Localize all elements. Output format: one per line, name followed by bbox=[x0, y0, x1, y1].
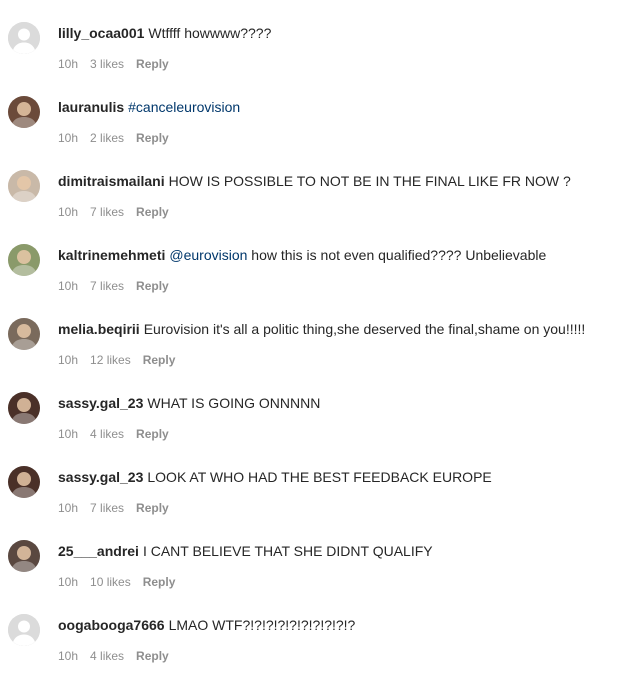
comment-text: Wtffff howwww???? bbox=[148, 25, 272, 41]
comment-meta: 10h 4 likes Reply bbox=[58, 648, 618, 664]
comment-mention[interactable]: #canceleurovision bbox=[128, 99, 240, 115]
comment-text: Eurovision it's all a politic thing,she … bbox=[143, 321, 586, 337]
comment-likes[interactable]: 3 likes bbox=[90, 57, 124, 71]
comment-meta: 10h 7 likes Reply bbox=[58, 204, 618, 220]
comments-list: lilly_ocaa001 Wtffff howwww???? 10h 3 likes… bbox=[0, 0, 628, 666]
comment-item: sassy.gal_23 WHAT IS GOING ONNNNN 10h 4 lik… bbox=[0, 370, 628, 444]
comment-body: melia.beqirii Eurovision it's all a polit… bbox=[58, 320, 618, 368]
comment-username[interactable]: sassy.gal_23 bbox=[58, 469, 143, 485]
comment-mention[interactable]: @eurovision bbox=[169, 247, 247, 263]
reply-button[interactable]: Reply bbox=[136, 131, 169, 145]
comment-body: kaltrinemehmeti @eurovision how this is n… bbox=[58, 246, 618, 294]
comment-time: 10h bbox=[58, 649, 79, 663]
comment-body: lilly_ocaa001 Wtffff howwww???? 10h 3 likes… bbox=[58, 24, 618, 72]
comment-meta: 10h 4 likes Reply bbox=[58, 426, 618, 442]
comment-likes[interactable]: 7 likes bbox=[90, 501, 124, 515]
comment-text: LOOK AT WHO HAD THE BEST FEEDBACK EUROPE bbox=[147, 469, 492, 485]
default-avatar-icon[interactable] bbox=[8, 614, 40, 646]
comment-meta: 10h 10 likes Reply bbox=[58, 574, 618, 590]
comment-time: 10h bbox=[58, 501, 79, 515]
comment-line: sassy.gal_23 LOOK AT WHO HAD THE BEST FEE… bbox=[58, 468, 618, 486]
comment-text: I CANT BELIEVE THAT SHE DIDNT QUALIFY bbox=[142, 543, 433, 559]
comment-body: sassy.gal_23 WHAT IS GOING ONNNNN 10h 4 lik… bbox=[58, 394, 618, 442]
comment-likes[interactable]: 7 likes bbox=[90, 279, 124, 293]
user-avatar[interactable] bbox=[8, 96, 40, 128]
comment-text: LMAO WTF?!?!?!?!?!?!?!?!?!? bbox=[168, 617, 356, 633]
comment-meta: 10h 2 likes Reply bbox=[58, 130, 618, 146]
reply-button[interactable]: Reply bbox=[136, 57, 169, 71]
comment-line: oogabooga7666 LMAO WTF?!?!?!?!?!?!?!?!?!? bbox=[58, 616, 618, 634]
user-avatar[interactable] bbox=[8, 170, 40, 202]
comment-item: melia.beqirii Eurovision it's all a polit… bbox=[0, 296, 628, 370]
reply-button[interactable]: Reply bbox=[143, 353, 176, 367]
comment-line: kaltrinemehmeti @eurovision how this is n… bbox=[58, 246, 618, 264]
comment-body: dimitraismailani HOW IS POSSIBLE TO NOT B… bbox=[58, 172, 618, 220]
comment-username[interactable]: lauranulis bbox=[58, 99, 124, 115]
comment-likes[interactable]: 4 likes bbox=[90, 427, 124, 441]
comment-likes[interactable]: 2 likes bbox=[90, 131, 124, 145]
user-avatar[interactable] bbox=[8, 318, 40, 350]
comment-time: 10h bbox=[58, 57, 79, 71]
comment-username[interactable]: oogabooga7666 bbox=[58, 617, 165, 633]
comment-time: 10h bbox=[58, 427, 79, 441]
reply-button[interactable]: Reply bbox=[136, 649, 169, 663]
comment-item: lauranulis #canceleurovision 10h 2 likes Rep… bbox=[0, 74, 628, 148]
default-avatar-icon[interactable] bbox=[8, 22, 40, 54]
comment-body: oogabooga7666 LMAO WTF?!?!?!?!?!?!?!?!?!?… bbox=[58, 616, 618, 664]
comment-body: sassy.gal_23 LOOK AT WHO HAD THE BEST FEE… bbox=[58, 468, 618, 516]
comment-line: melia.beqirii Eurovision it's all a polit… bbox=[58, 320, 618, 338]
comment-body: lauranulis #canceleurovision 10h 2 likes Rep… bbox=[58, 98, 618, 146]
user-avatar[interactable] bbox=[8, 540, 40, 572]
comment-line: 25___andrei I CANT BELIEVE THAT SHE DIDNT… bbox=[58, 542, 618, 560]
comment-likes[interactable]: 4 likes bbox=[90, 649, 124, 663]
comment-username[interactable]: dimitraismailani bbox=[58, 173, 165, 189]
comment-meta: 10h 3 likes Reply bbox=[58, 56, 618, 72]
reply-button[interactable]: Reply bbox=[136, 427, 169, 441]
comment-text: how this is not even qualified???? Unbel… bbox=[251, 247, 547, 263]
comment-item: 25___andrei I CANT BELIEVE THAT SHE DIDNT… bbox=[0, 518, 628, 592]
user-avatar[interactable] bbox=[8, 244, 40, 276]
comment-time: 10h bbox=[58, 279, 79, 293]
comment-likes[interactable]: 7 likes bbox=[90, 205, 124, 219]
comment-line: dimitraismailani HOW IS POSSIBLE TO NOT B… bbox=[58, 172, 618, 190]
comment-meta: 10h 12 likes Reply bbox=[58, 352, 618, 368]
comment-time: 10h bbox=[58, 575, 79, 589]
comment-text: WHAT IS GOING ONNNNN bbox=[147, 395, 321, 411]
comment-username[interactable]: lilly_ocaa001 bbox=[58, 25, 144, 41]
comment-username[interactable]: melia.beqirii bbox=[58, 321, 140, 337]
comment-line: lilly_ocaa001 Wtffff howwww???? bbox=[58, 24, 618, 42]
comment-item: sassy.gal_23 LOOK AT WHO HAD THE BEST FEE… bbox=[0, 444, 628, 518]
comment-time: 10h bbox=[58, 353, 79, 367]
comment-item: kaltrinemehmeti @eurovision how this is n… bbox=[0, 222, 628, 296]
comment-time: 10h bbox=[58, 205, 79, 219]
reply-button[interactable]: Reply bbox=[136, 501, 169, 515]
comment-meta: 10h 7 likes Reply bbox=[58, 500, 618, 516]
comment-username[interactable]: kaltrinemehmeti bbox=[58, 247, 165, 263]
user-avatar[interactable] bbox=[8, 392, 40, 424]
comment-line: sassy.gal_23 WHAT IS GOING ONNNNN bbox=[58, 394, 618, 412]
comment-likes[interactable]: 10 likes bbox=[90, 575, 131, 589]
comment-body: 25___andrei I CANT BELIEVE THAT SHE DIDNT… bbox=[58, 542, 618, 590]
comment-line: lauranulis #canceleurovision bbox=[58, 98, 618, 116]
comment-username[interactable]: sassy.gal_23 bbox=[58, 395, 143, 411]
reply-button[interactable]: Reply bbox=[136, 205, 169, 219]
comment-time: 10h bbox=[58, 131, 79, 145]
comment-username[interactable]: 25___andrei bbox=[58, 543, 139, 559]
comment-text: HOW IS POSSIBLE TO NOT BE IN THE FINAL L… bbox=[168, 173, 571, 189]
comment-item: oogabooga7666 LMAO WTF?!?!?!?!?!?!?!?!?!?… bbox=[0, 592, 628, 666]
reply-button[interactable]: Reply bbox=[143, 575, 176, 589]
reply-button[interactable]: Reply bbox=[136, 279, 169, 293]
comment-item: dimitraismailani HOW IS POSSIBLE TO NOT B… bbox=[0, 148, 628, 222]
comment-likes[interactable]: 12 likes bbox=[90, 353, 131, 367]
comment-meta: 10h 7 likes Reply bbox=[58, 278, 618, 294]
comment-item: lilly_ocaa001 Wtffff howwww???? 10h 3 likes… bbox=[0, 0, 628, 74]
user-avatar[interactable] bbox=[8, 466, 40, 498]
